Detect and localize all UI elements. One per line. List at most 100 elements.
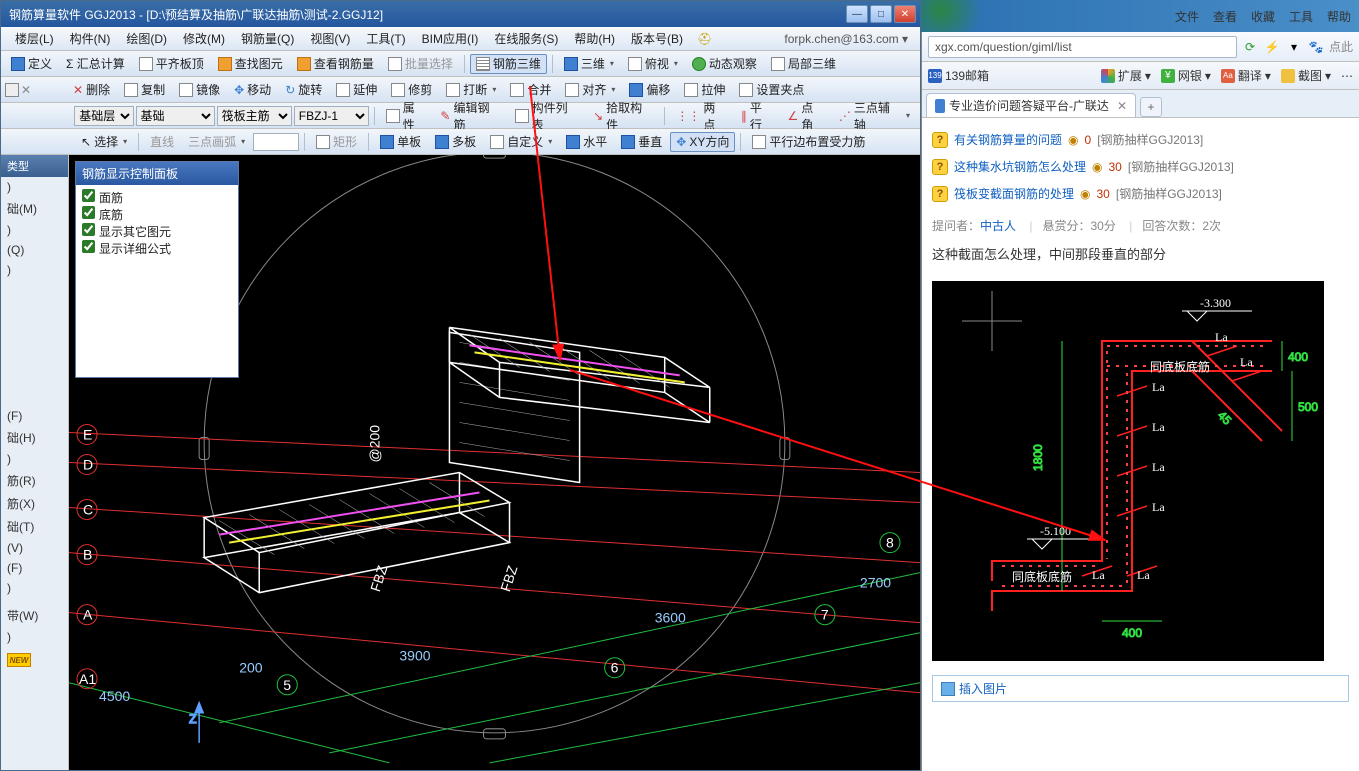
tree-item[interactable]: ) (1, 449, 68, 469)
tree-item[interactable]: (V) (1, 538, 68, 558)
ftype-select[interactable]: 筏板主筋 (217, 106, 292, 126)
xy-direction-button[interactable]: ✥XY方向 (670, 132, 735, 152)
tree-item[interactable]: (F) (1, 558, 68, 578)
browser-tab[interactable]: 专业造价问题答疑平台-广联达 ✕ (926, 93, 1136, 117)
menu-floor[interactable]: 楼层(L) (7, 30, 62, 47)
tree-item[interactable]: (F) (1, 406, 68, 426)
opt-show-other[interactable]: 显示其它图元 (82, 223, 232, 240)
ortho-button[interactable]: 俯视▾ (622, 54, 684, 74)
url-input[interactable]: xgx.com/question/giml/list (928, 36, 1237, 58)
bank-link[interactable]: ¥网银 ▾ (1161, 67, 1211, 84)
setpoint-button[interactable]: 设置夹点 (733, 80, 810, 100)
menu-draw[interactable]: 绘图(D) (118, 30, 175, 47)
question-link[interactable]: 有关钢筋算量的问题 (954, 131, 1062, 148)
dynamic-observe-button[interactable]: 动态观察 (686, 54, 763, 74)
merge-button[interactable]: 合并 (504, 80, 557, 100)
refresh-icon[interactable]: ⟳ (1241, 38, 1259, 56)
search-hint[interactable]: 点此 (1329, 38, 1353, 55)
custom-button[interactable]: 自定义▾ (484, 132, 558, 152)
tree-item[interactable]: ) (1, 578, 68, 598)
trim-button[interactable]: 修剪 (385, 80, 438, 100)
local-3d-button[interactable]: 局部三维 (765, 54, 842, 74)
opt-top-rebar[interactable]: 面筋 (82, 189, 232, 206)
tree-item[interactable]: 础(M) (1, 197, 68, 220)
bmenu-file[interactable]: 文件 (1175, 8, 1199, 25)
close-button[interactable]: ✕ (894, 5, 916, 23)
twopoint-button[interactable]: ⋮⋮两点 (670, 106, 732, 126)
edge-rebar-button[interactable]: 平行边布置受力筋 (746, 132, 871, 152)
question-link[interactable]: 这种集水坑钢筋怎么处理 (954, 158, 1086, 175)
multi-board-button[interactable]: 多板 (429, 132, 482, 152)
rotate-button[interactable]: ↻旋转 (279, 80, 328, 100)
tree-item[interactable]: (Q) (1, 240, 68, 260)
bmenu-view[interactable]: 查看 (1213, 8, 1237, 25)
3d-viewport[interactable]: 钢筋显示控制面板 面筋 底筋 显示其它图元 显示详细公式 (69, 155, 920, 770)
parallel-button[interactable]: ∥平行 (735, 106, 780, 126)
more-icon[interactable]: ⋯ (1341, 69, 1353, 83)
ext-link[interactable]: 扩展 ▾ (1101, 67, 1151, 84)
tree-item[interactable]: 筋(X) (1, 492, 68, 515)
menu-online[interactable]: 在线服务(S) (486, 30, 566, 47)
menu-view[interactable]: 视图(V) (302, 30, 358, 47)
tab-close-icon[interactable]: ✕ (1117, 99, 1127, 113)
arc3-tool[interactable]: 三点画弧▾ (182, 132, 251, 152)
find-button[interactable]: 查找图元 (212, 54, 289, 74)
break-button[interactable]: 打断▾ (440, 80, 502, 100)
opt-bottom-rebar[interactable]: 底筋 (82, 206, 232, 223)
tree-item[interactable]: 础(H) (1, 426, 68, 449)
component-list-button[interactable]: 构件列表 (509, 106, 585, 126)
tree-item[interactable]: 筋(R) (1, 469, 68, 492)
point-angle-button[interactable]: ∠点角 (781, 106, 830, 126)
mail-link[interactable]: 139139邮箱 (928, 67, 989, 84)
copy-button[interactable]: 复制 (118, 80, 171, 100)
chevron-down-icon[interactable]: ▾ (1285, 38, 1303, 56)
vert-button[interactable]: 垂直 (615, 132, 668, 152)
menu-steel[interactable]: 钢筋量(Q) (233, 30, 302, 47)
tree-item[interactable]: ) (1, 627, 68, 647)
bmenu-tools[interactable]: 工具 (1289, 8, 1313, 25)
fcode-select[interactable]: FBZJ-1 (294, 106, 369, 126)
insert-image-button[interactable]: 插入图片 (932, 675, 1349, 702)
move-button[interactable]: ✥移动 (228, 80, 277, 100)
menu-component[interactable]: 构件(N) (62, 30, 119, 47)
tree-item[interactable]: 带(W) (1, 604, 68, 627)
extend-button[interactable]: 延伸 (330, 80, 383, 100)
property-button[interactable]: 属性 (380, 106, 433, 126)
batch-select-button[interactable]: 批量选择 (382, 54, 459, 74)
tree-item[interactable]: 础(T) (1, 515, 68, 538)
edit-steel-button[interactable]: ✎编辑钢筋 (434, 106, 506, 126)
tree-item[interactable]: ) (1, 220, 68, 240)
pick-component-button[interactable]: ↘拾取构件 (587, 106, 659, 126)
menu-modify[interactable]: 修改(M) (175, 30, 233, 47)
mirror-button[interactable]: 镜像 (173, 80, 226, 100)
aux3-button[interactable]: ⋰三点辅轴▾ (833, 106, 916, 126)
maximize-button[interactable]: □ (870, 5, 892, 23)
menu-tools[interactable]: 工具(T) (358, 30, 413, 47)
kind-select[interactable]: 基础 (136, 106, 215, 126)
stretch-button[interactable]: 拉伸 (678, 80, 731, 100)
draw-input[interactable] (253, 133, 299, 151)
layer-select[interactable]: 基础层 (74, 106, 133, 126)
pin-icon[interactable] (5, 83, 19, 97)
paw-icon[interactable]: 🐾 (1307, 38, 1325, 56)
bmenu-help[interactable]: 帮助 (1327, 8, 1351, 25)
steel-3d-button[interactable]: 钢筋三维 (470, 54, 547, 74)
cube-3d-button[interactable]: 三维▾ (558, 54, 620, 74)
horiz-button[interactable]: 水平 (560, 132, 613, 152)
screenshot-link[interactable]: 截图 ▾ (1281, 67, 1331, 84)
minimize-button[interactable]: — (846, 5, 868, 23)
bmenu-fav[interactable]: 收藏 (1251, 8, 1275, 25)
align-button[interactable]: 对齐▾ (559, 80, 621, 100)
menu-help[interactable]: 帮助(H) (566, 30, 623, 47)
offset-button[interactable]: 偏移 (623, 80, 676, 100)
single-board-button[interactable]: 单板 (374, 132, 427, 152)
flat-button[interactable]: 平齐板顶 (133, 54, 210, 74)
define-button[interactable]: 定义 (5, 54, 58, 74)
delete-button[interactable]: ✕删除 (67, 80, 116, 100)
flash-icon[interactable]: ⚡ (1263, 38, 1281, 56)
select-tool[interactable]: ↖选择▾ (75, 132, 133, 152)
opt-show-formula[interactable]: 显示详细公式 (82, 240, 232, 257)
new-tab-button[interactable]: + (1140, 97, 1162, 117)
line-tool[interactable]: 直线 (144, 132, 180, 152)
translate-link[interactable]: Aa翻译 ▾ (1221, 67, 1271, 84)
